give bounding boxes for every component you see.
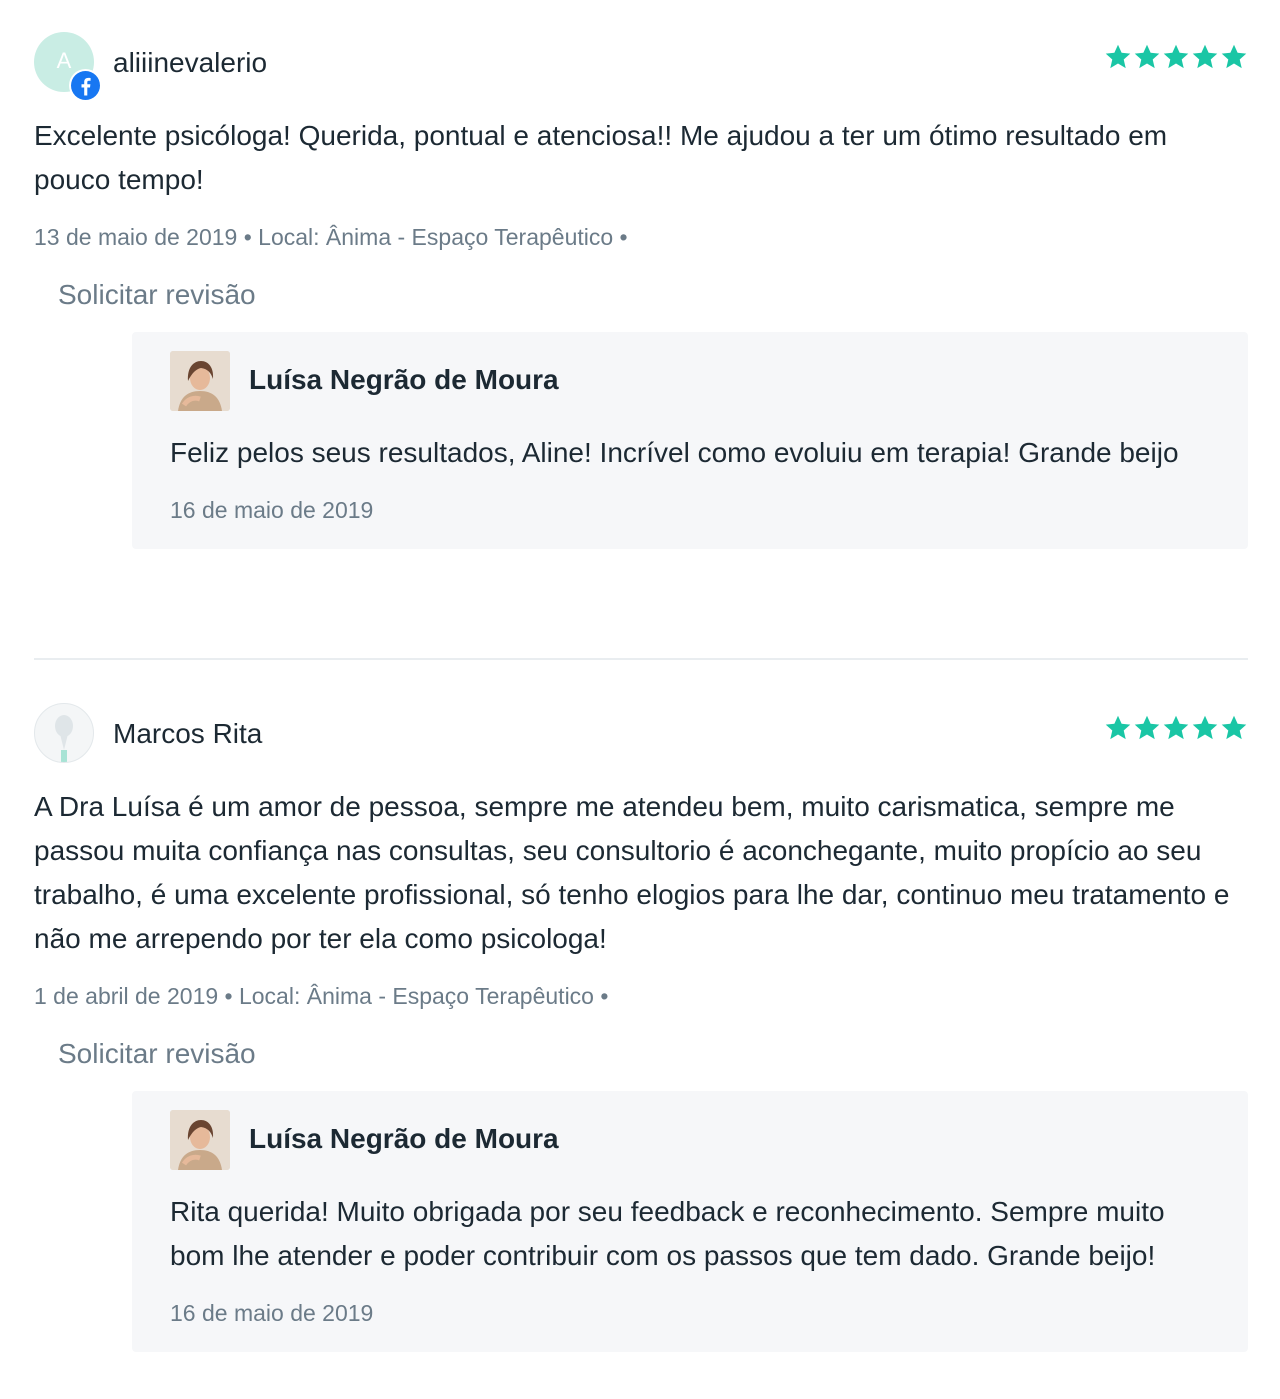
star-icon — [1163, 715, 1189, 740]
star-icon — [1192, 44, 1218, 69]
reply-date: 16 de maio de 2019 — [170, 1300, 374, 1326]
request-review-link[interactable]: Solicitar revisão — [58, 278, 256, 312]
star-icon — [1192, 715, 1218, 740]
reply-text: Feliz pelos seus resultados, Aline! Incr… — [170, 437, 1179, 468]
review-header: A aliiinevalerio — [34, 32, 1248, 102]
star-icon — [1134, 44, 1160, 69]
star-icon — [1163, 44, 1189, 69]
review-divider — [34, 658, 1248, 660]
review-text: Excelente psicóloga! Querida, pontual e … — [34, 120, 1168, 195]
star-icon — [1221, 44, 1247, 69]
professional-avatar — [170, 1110, 230, 1170]
review-card: A aliiinevalerio Excelente psicóloga! Qu… — [34, 32, 1248, 549]
reply-header: Luísa Negrão de Moura — [170, 1110, 1210, 1170]
review-meta: 1 de abril de 2019 • Local: Ânima - Espa… — [34, 983, 609, 1009]
professional-reply: Luísa Negrão de Moura Rita querida! Muit… — [132, 1091, 1248, 1352]
anonymous-user-icon — [34, 703, 94, 763]
reply-text: Rita querida! Muito obrigada por seu fee… — [170, 1196, 1165, 1271]
review-card: Marcos Rita A Dra Luísa é um amor de pes… — [34, 703, 1248, 1352]
professional-name: Luísa Negrão de Moura — [249, 364, 559, 395]
reviewer-name: Marcos Rita — [113, 718, 263, 749]
review-meta: 13 de maio de 2019 • Local: Ânima - Espa… — [34, 224, 628, 250]
star-icon — [1105, 44, 1131, 69]
star-icon — [1221, 715, 1247, 740]
reviewer-name: aliiinevalerio — [113, 47, 268, 78]
request-review-link[interactable]: Solicitar revisão — [58, 1037, 256, 1071]
review-header: Marcos Rita — [34, 703, 1248, 763]
facebook-icon — [69, 69, 102, 102]
reply-header: Luísa Negrão de Moura — [170, 351, 1210, 411]
star-rating — [1104, 714, 1248, 746]
star-rating — [1104, 43, 1248, 75]
professional-name: Luísa Negrão de Moura — [249, 1123, 559, 1154]
star-icon — [1134, 715, 1160, 740]
professional-reply: Luísa Negrão de Moura Feliz pelos seus r… — [132, 332, 1248, 549]
professional-avatar — [170, 351, 230, 411]
reply-date: 16 de maio de 2019 — [170, 497, 374, 523]
star-icon — [1105, 715, 1131, 740]
review-text: A Dra Luísa é um amor de pessoa, sempre … — [34, 791, 1230, 954]
